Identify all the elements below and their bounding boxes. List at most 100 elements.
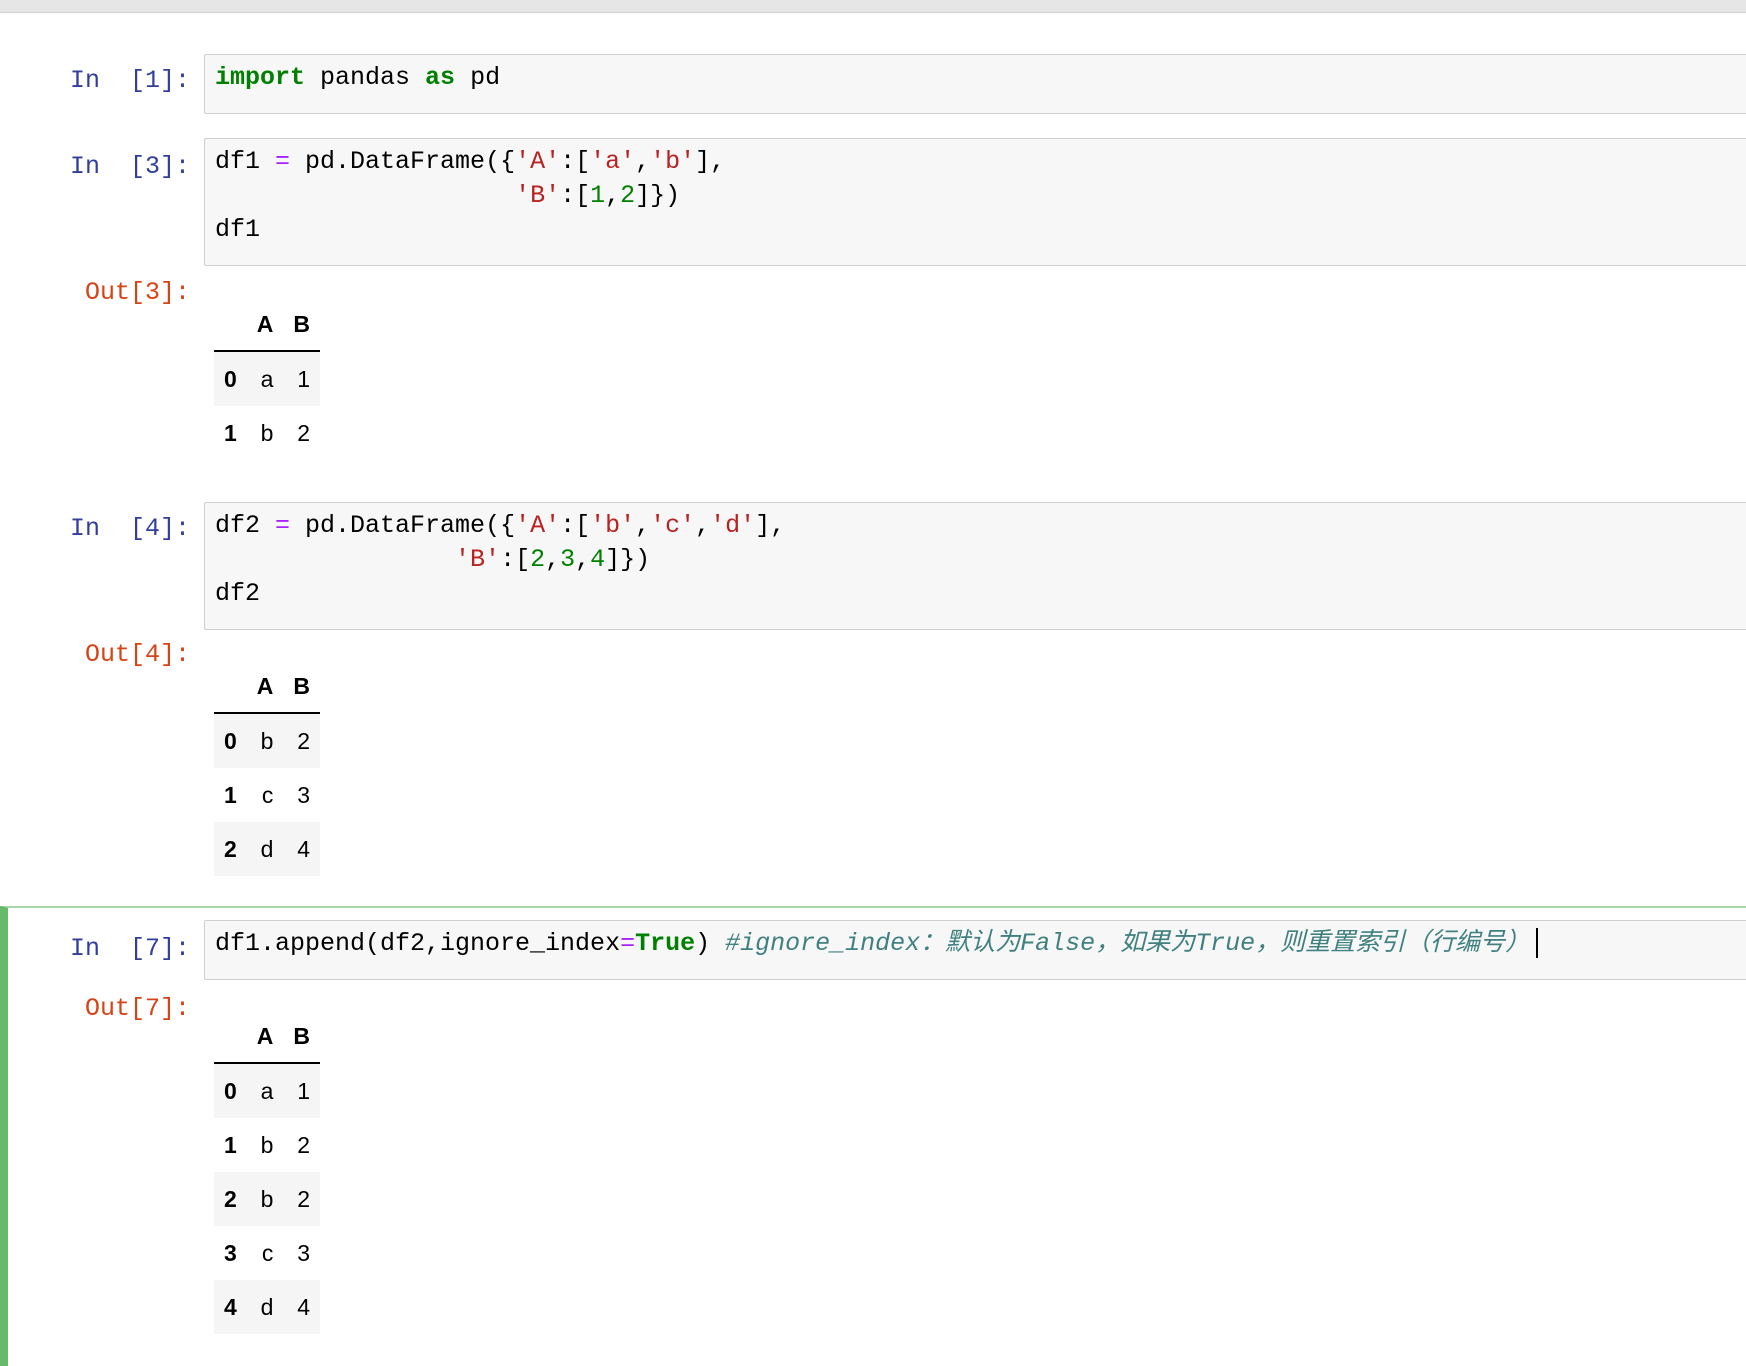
table-cell: 3 <box>297 781 311 808</box>
out-prompt: Out[3]: <box>84 278 190 307</box>
column-header <box>214 298 247 352</box>
row-index: 0 <box>224 365 237 392</box>
code-token: , <box>635 147 651 176</box>
table-cell: a <box>260 1077 274 1104</box>
in-prompt: In [3]: <box>69 152 190 181</box>
output-dataframe: AB0b21c32d4 <box>214 660 321 876</box>
code-token: :[ <box>560 181 591 210</box>
code-token: df2 <box>215 511 276 540</box>
column-header: A <box>246 1010 284 1064</box>
code-token: , <box>545 545 561 574</box>
row-index: 1 <box>224 419 237 446</box>
table-cell: 3 <box>297 1239 311 1266</box>
code-token: , <box>635 511 651 540</box>
code-token: :[ <box>560 511 591 540</box>
table-header-row: AB <box>214 1010 321 1064</box>
table-cell: b <box>260 1131 274 1158</box>
code-token: , <box>605 181 621 210</box>
table-header-row: AB <box>214 298 321 352</box>
table-row: 4d4 <box>214 1280 321 1334</box>
table-cell: 2 <box>297 419 311 446</box>
table-header-row: AB <box>214 660 321 714</box>
row-index: 2 <box>224 835 237 862</box>
code-line: df1.append(df2,ignore_index=True) #ignor… <box>215 927 1746 961</box>
code-cell-7[interactable]: In [7]: df1.append(df2,ignore_index=True… <box>0 906 1746 1366</box>
row-index: 4 <box>224 1293 237 1320</box>
code-token: 'c' <box>650 511 696 540</box>
code-token: as <box>425 63 456 92</box>
code-input[interactable]: df1 = pd.DataFrame({'A':['a','b'], 'B':[… <box>204 138 1746 266</box>
table-cell: 2 <box>297 1131 311 1158</box>
row-index: 2 <box>224 1185 237 1212</box>
code-token: 'A' <box>515 511 561 540</box>
row-index: 0 <box>224 1077 237 1104</box>
table-cell: a <box>260 365 274 392</box>
code-token: ]}) <box>605 545 651 574</box>
in-prompt: In [7]: <box>69 934 190 963</box>
code-token: 2 <box>620 181 636 210</box>
code-token: 'B' <box>455 545 501 574</box>
code-token: 2 <box>530 545 546 574</box>
code-token: 'A' <box>515 147 561 176</box>
code-token: 'd' <box>710 511 756 540</box>
code-line: 'B':[1,2]}) <box>215 179 1746 213</box>
table-row: 0a1 <box>214 351 321 406</box>
output-dataframe: AB0a11b2 <box>214 298 321 460</box>
code-token: 4 <box>590 545 606 574</box>
table-cell: c <box>261 781 274 808</box>
code-line: df1 = pd.DataFrame({'A':['a','b'], <box>215 145 1746 179</box>
table-cell: d <box>260 835 274 862</box>
code-token: 1 <box>590 181 606 210</box>
code-input[interactable]: df1.append(df2,ignore_index=True) #ignor… <box>204 920 1746 980</box>
text-cursor <box>1536 928 1539 959</box>
code-token: = <box>275 147 291 176</box>
table-cell: 1 <box>297 1077 311 1104</box>
table-cell: b <box>260 419 274 446</box>
table-cell: 4 <box>297 835 311 862</box>
code-token: = <box>620 929 636 958</box>
in-prompt: In [4]: <box>69 514 190 543</box>
code-token: 'b' <box>650 147 696 176</box>
table-row: 1b2 <box>214 406 320 460</box>
code-token: ]}) <box>635 181 681 210</box>
column-header: B <box>283 1010 321 1064</box>
in-prompt: In [1]: <box>69 66 190 95</box>
row-index: 1 <box>224 1131 237 1158</box>
code-line: import pandas as pd <box>215 61 1746 95</box>
code-token: :[ <box>500 545 531 574</box>
out-prompt: Out[7]: <box>84 994 190 1023</box>
code-cell-1[interactable]: In [1]: import pandas as pd <box>0 40 1746 120</box>
code-token: True <box>635 929 696 958</box>
code-token: ], <box>695 147 726 176</box>
code-line: df2 <box>215 577 1746 611</box>
code-token: :[ <box>560 147 591 176</box>
code-token: 'a' <box>590 147 636 176</box>
code-token: df1 <box>215 147 276 176</box>
row-index: 3 <box>224 1239 237 1266</box>
code-token: pd <box>455 63 501 92</box>
column-header: A <box>246 298 284 352</box>
code-input[interactable]: import pandas as pd <box>204 54 1746 114</box>
code-cell-4[interactable]: In [4]: df2 = pd.DataFrame({'A':['b','c'… <box>0 492 1746 892</box>
table-cell: c <box>261 1239 274 1266</box>
column-header: B <box>283 660 321 714</box>
column-header: A <box>246 660 284 714</box>
table-cell: 2 <box>297 1185 311 1212</box>
code-token: = <box>275 511 291 540</box>
code-token: , <box>575 545 591 574</box>
code-line: df1 <box>215 213 1746 247</box>
row-index: 1 <box>224 781 237 808</box>
code-token: , <box>695 511 711 540</box>
code-cell-3[interactable]: In [3]: df1 = pd.DataFrame({'A':['a','b'… <box>0 130 1746 470</box>
table-row: 1b2 <box>214 1118 320 1172</box>
code-input[interactable]: df2 = pd.DataFrame({'A':['b','c','d'], '… <box>204 502 1746 630</box>
code-token: pandas <box>305 63 426 92</box>
column-header <box>214 1010 247 1064</box>
code-token: pd.DataFrame({ <box>290 147 516 176</box>
code-line: df2 = pd.DataFrame({'A':['b','c','d'], <box>215 509 1746 543</box>
notebook-top-bar <box>0 0 1746 13</box>
code-token: ], <box>755 511 786 540</box>
table-row: 1c3 <box>214 768 320 822</box>
